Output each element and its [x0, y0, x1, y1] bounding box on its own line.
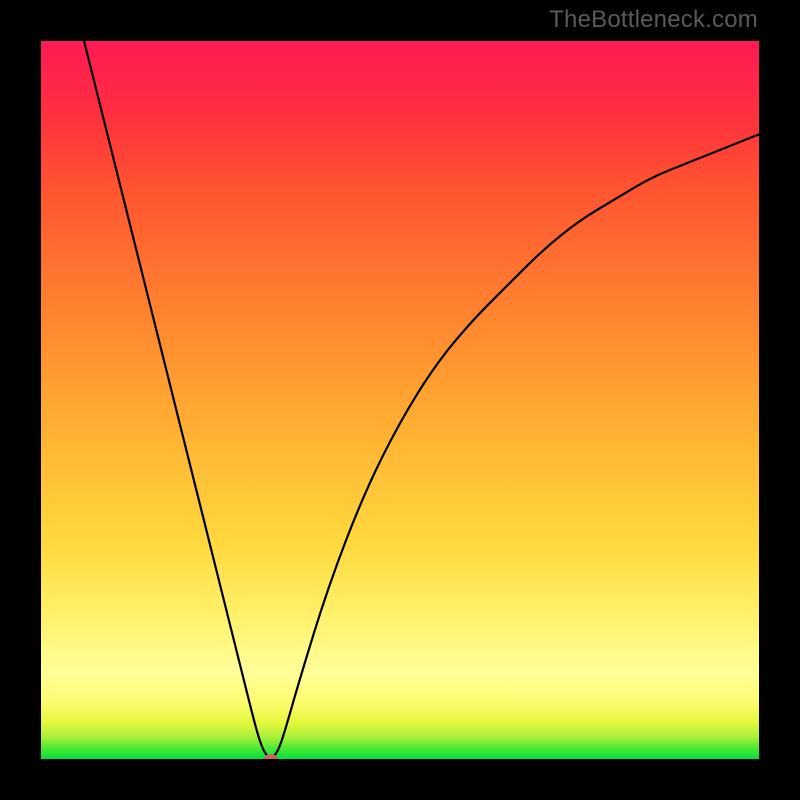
- curve-path: [84, 41, 759, 757]
- plot-area: [41, 41, 759, 759]
- chart-frame: TheBottleneck.com: [0, 0, 800, 800]
- bottleneck-curve: [41, 41, 759, 759]
- watermark-text: TheBottleneck.com: [549, 6, 758, 34]
